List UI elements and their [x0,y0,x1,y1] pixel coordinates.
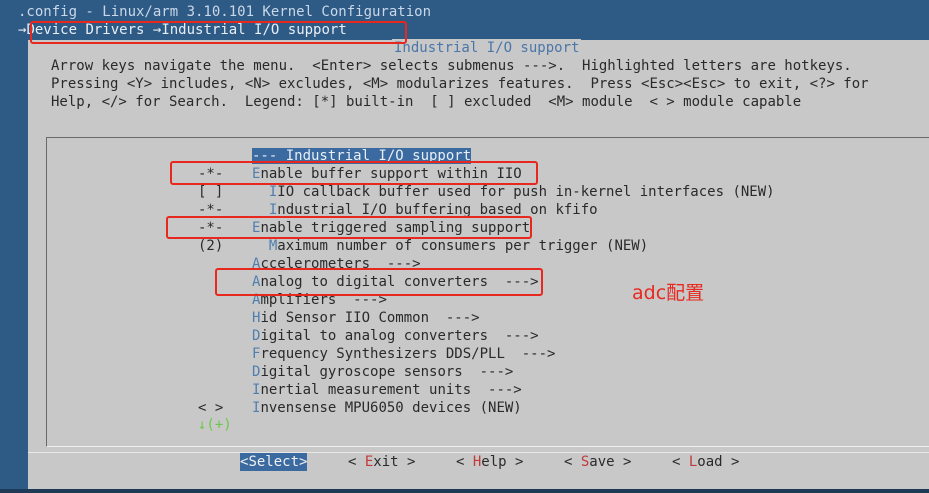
menu-item-label-rest: id Sensor IIO Common ---> [260,310,480,326]
menu-item-label-pre [252,238,269,254]
menu-dialog: Industrial I/O support Arrow keys naviga… [28,39,929,489]
menu-item-label-rest: mplifiers ---> [260,292,387,308]
menu-item-label: Invensense MPU6050 devices (NEW) [252,400,522,416]
menu-item-label: Enable triggered sampling support [252,220,530,236]
button-load[interactable]: < Load > [672,453,739,471]
menu-item-label: Frequency Synthesizers DDS/PLL ---> [252,346,555,362]
menu-list: --- Industrial I/O support -*- Enable buff… [46,137,929,447]
menu-item-label-rest: nable buffer support within IIO [260,166,522,182]
menu-item-label: Analog to digital converters ---> [252,274,539,290]
button-label-rest: elect> [256,454,308,470]
button-hotkey: S [248,454,257,470]
button-exit[interactable]: < Exit > [348,453,415,471]
terminal-bottom-edge [0,489,929,493]
menu-item-label-rest: nvensense MPU6050 devices (NEW) [260,400,522,416]
help-line: Help, </> for Search. Legend: [*] built-… [51,94,802,110]
button-select[interactable]: <Select> [240,453,308,471]
button-label-pre: < [672,454,689,470]
menu-item-label-rest: nalog to digital converters ---> [260,274,539,290]
breadcrumb: →Device Drivers →Industrial I/O support [18,21,347,39]
breadcrumb-item-industrial-io: Industrial I/O support [161,22,347,38]
menu-item-label-rest: igital to analog converters ---> [260,328,539,344]
menu-item-state: [ ] [198,184,224,200]
menu-item-label: Inertial measurement units ---> [252,382,522,398]
button-label-pre: < [348,454,365,470]
menu-item[interactable]: Digital gyroscope sensors ---> [198,363,513,381]
menu-item[interactable]: Accelerometers ---> [198,255,421,273]
button-label-rest: xit > [373,454,416,470]
menu-item[interactable]: Inertial measurement units ---> [198,381,522,399]
menu-item-state: < > [198,400,224,416]
menu-item-label: --- Industrial I/O support [252,148,472,164]
menu-item-label: Amplifiers ---> [252,292,387,308]
menu-item-label-rest: nable triggered sampling support [260,220,531,236]
button-save[interactable]: < Save > [564,453,631,471]
menu-item[interactable]: -*- Industrial I/O buffering based on kf… [198,201,598,219]
menu-item-label-rest: IO callback buffer used for push in-kern… [277,184,775,200]
menu-item[interactable]: (2) Maximum number of consumers per trig… [198,237,648,255]
menu-item[interactable]: -*- Enable triggered sampling support [198,219,530,237]
button-help[interactable]: < Help > [456,453,523,471]
help-text: Arrow keys navigate the menu. <Enter> se… [51,57,869,111]
menu-item-label-rest: aximum number of consumers per trigger (… [277,238,649,254]
menu-item-label-rest: requency Synthesizers DDS/PLL ---> [260,346,556,362]
menu-item[interactable]: --- Industrial I/O support [198,147,472,165]
menu-item[interactable]: -*- Enable buffer support within IIO [198,165,522,183]
menu-item-label: Digital to analog converters ---> [252,328,539,344]
button-label-rest: ave > [589,454,632,470]
menu-item-label-rest: ccelerometers ---> [260,256,421,272]
menu-item[interactable]: Amplifiers ---> [198,291,387,309]
menu-item-label-rest: ndustrial I/O buffering based on kfifo [277,202,598,218]
breadcrumb-item-device-drivers: Device Drivers [26,22,145,38]
help-line: Pressing <Y> includes, <N> excludes, <M>… [51,76,869,92]
menu-item-label-pre [252,184,269,200]
annotation-label: adc配置 [632,282,705,304]
button-label-pre: < [456,454,473,470]
button-label-pre: < [564,454,581,470]
menu-item-state: -*- [198,220,224,236]
menu-item-label: Digital gyroscope sensors ---> [252,364,513,380]
menu-item[interactable]: Frequency Synthesizers DDS/PLL ---> [198,345,555,363]
menu-item-label: Accelerometers ---> [252,256,421,272]
scroll-more-indicator: ↓(+) [198,417,232,433]
button-bar: <Select> < Exit > < Help > < Save > < Load > [28,452,929,475]
menu-item-label: Industrial I/O buffering based on kfifo [252,202,598,218]
menu-item[interactable]: Digital to analog converters ---> [198,327,539,345]
menu-item[interactable]: Hid Sensor IIO Common ---> [198,309,480,327]
menu-item-label: Enable buffer support within IIO [252,166,522,182]
menu-item-label: Maximum number of consumers per trigger … [252,238,648,254]
menu-item-label: IIO callback buffer used for push in-ker… [252,184,775,200]
menu-item-label-rest: igital gyroscope sensors ---> [260,364,514,380]
menu-item-state: -*- [198,202,224,218]
button-label-rest: oad > [697,454,740,470]
menu-item-state: (2) [198,238,224,254]
button-label-rest: elp > [481,454,524,470]
menu-item[interactable]: Analog to digital converters ---> [198,273,539,291]
menu-item[interactable]: < > Invensense MPU6050 devices (NEW) [198,399,522,417]
dialog-title: Industrial I/O support [392,39,582,57]
help-line: Arrow keys navigate the menu. <Enter> se… [51,58,852,74]
menu-item-label-rest: nertial measurement units ---> [260,382,522,398]
menu-item-state: -*- [198,166,224,182]
menu-item-label: Hid Sensor IIO Common ---> [252,310,480,326]
menu-item[interactable]: [ ] IIO callback buffer used for push in… [198,183,775,201]
menu-item-label-pre [252,202,269,218]
window-title: .config - Linux/arm 3.10.101 Kernel Conf… [18,4,432,20]
